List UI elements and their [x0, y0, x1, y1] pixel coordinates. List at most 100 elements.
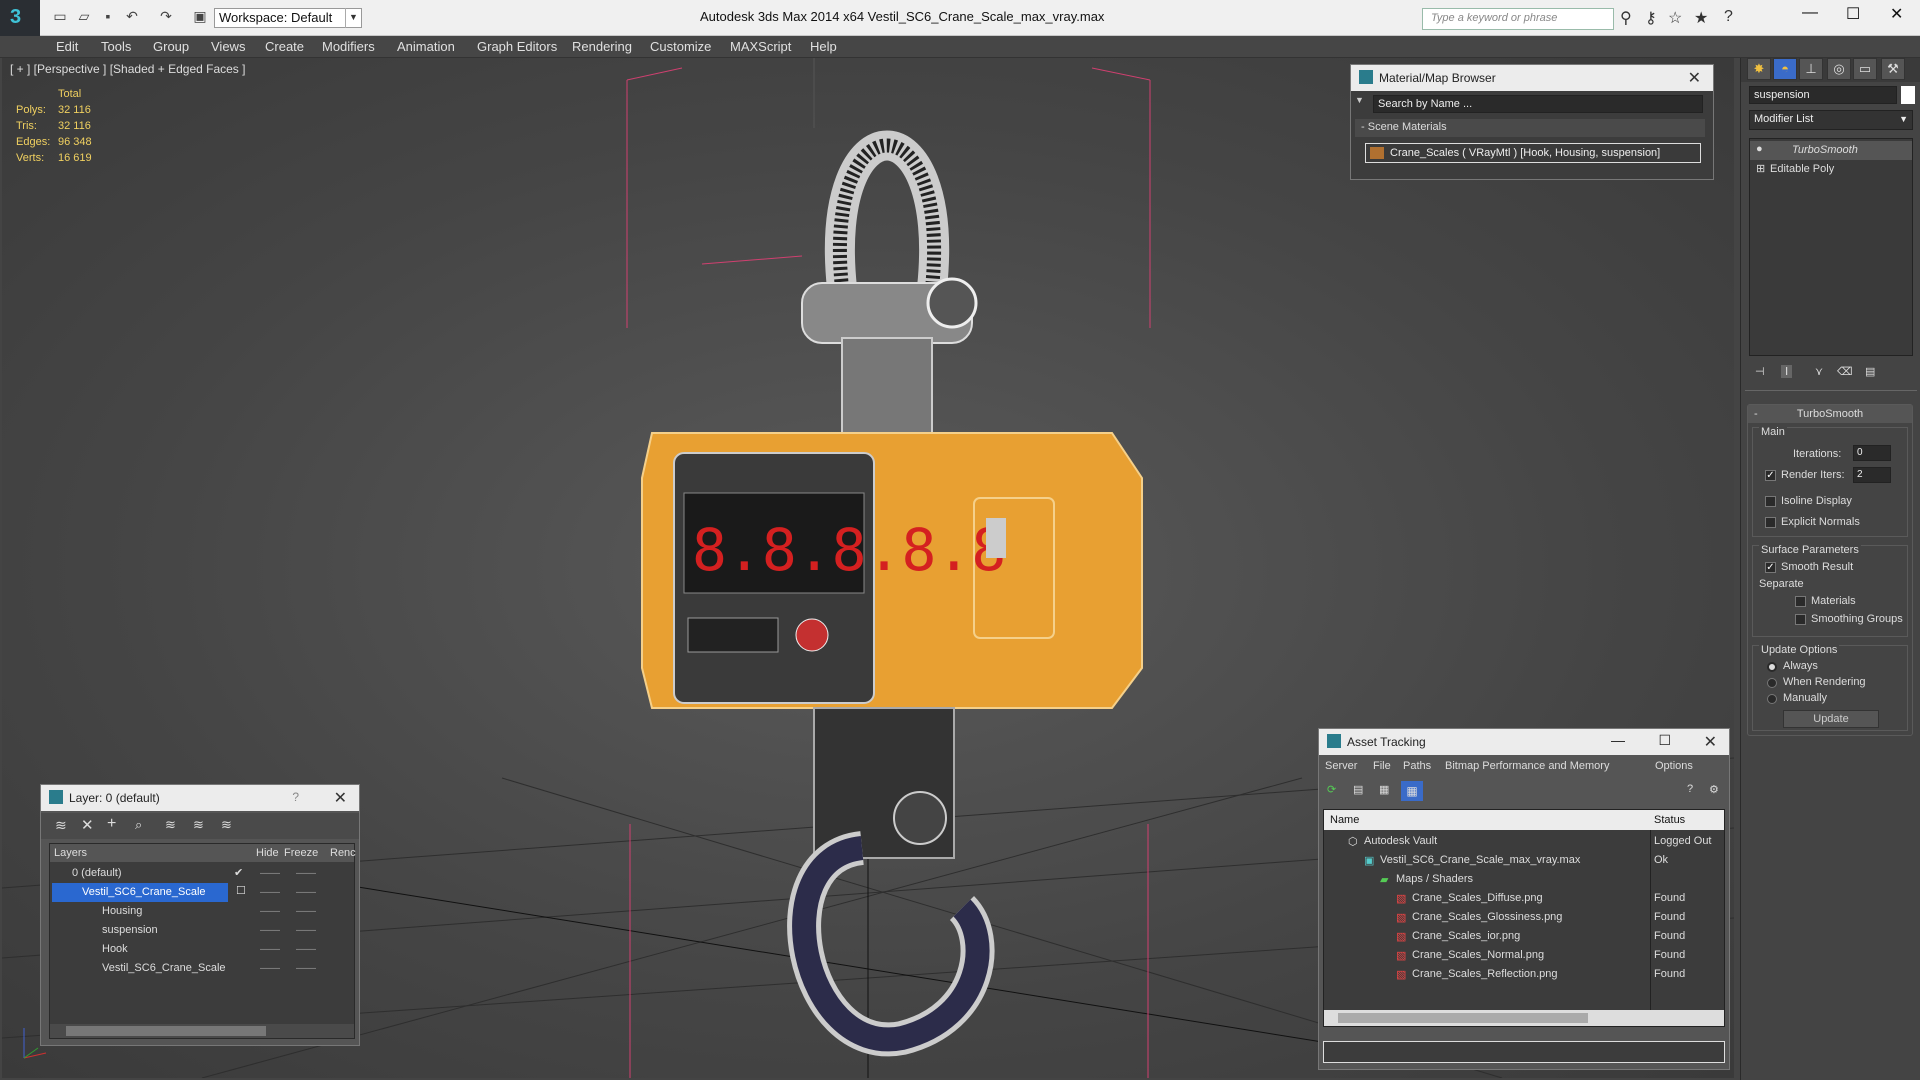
hierarchy-tab-icon[interactable]: ⊥ — [1799, 58, 1823, 80]
motion-tab-icon[interactable]: ◎ — [1827, 58, 1851, 80]
when-rendering-radio[interactable] — [1767, 678, 1777, 688]
lightbulb-icon[interactable]: ● — [1756, 143, 1763, 155]
asset-row[interactable]: ▰ Maps / Shaders — [1324, 870, 1724, 889]
manually-radio[interactable] — [1767, 694, 1777, 704]
menu-customize[interactable]: Customize — [650, 39, 711, 54]
col-status[interactable]: Status — [1654, 814, 1685, 826]
table-view-icon[interactable]: ▦ — [1401, 781, 1423, 801]
menu-server[interactable]: Server — [1325, 760, 1357, 772]
maximize-icon[interactable]: ☐ — [1846, 4, 1860, 24]
list-view-icon[interactable]: ▤ — [1353, 783, 1363, 796]
object-row-crane-scale[interactable]: Vestil_SC6_Crane_Scale —— —— — [50, 959, 354, 978]
star-icon[interactable]: ★ — [1694, 8, 1708, 28]
close-icon[interactable]: ✕ — [334, 788, 347, 808]
render-iters-spinner[interactable]: 2 — [1853, 467, 1891, 483]
add-to-layer-icon[interactable]: + — [107, 815, 116, 833]
minimize-icon[interactable]: — — [1802, 4, 1818, 22]
project-folder-icon[interactable]: ▣ — [190, 8, 210, 26]
pin-stack-icon[interactable]: ⊣ — [1755, 365, 1765, 378]
expand-icon[interactable]: ⊞ — [1756, 162, 1765, 175]
menu-tools[interactable]: Tools — [101, 39, 131, 54]
col-name[interactable]: Name — [1330, 814, 1359, 826]
stack-item-editable-poly[interactable]: ⊞ Editable Poly — [1750, 160, 1912, 179]
update-button[interactable]: Update — [1783, 710, 1879, 728]
smoothing-groups-checkbox[interactable] — [1795, 614, 1806, 625]
object-color-swatch[interactable] — [1901, 86, 1915, 104]
menu-graph-editors[interactable]: Graph Editors — [477, 39, 557, 54]
asset-row[interactable]: ▧ Crane_Scales_Glossiness.png Found — [1324, 908, 1724, 927]
render-iters-checkbox[interactable]: ✓ — [1765, 470, 1776, 481]
active-layer-check-icon[interactable]: ✔ — [234, 866, 243, 879]
hide-all-icon[interactable]: ≋ — [193, 817, 204, 833]
display-tab-icon[interactable]: ▭ — [1853, 58, 1877, 80]
make-unique-icon[interactable]: ⋎ — [1815, 365, 1823, 378]
modify-tab-icon[interactable]: ◓ — [1773, 58, 1797, 80]
layer-row-crane-scale[interactable]: Vestil_SC6_Crane_Scale ☐ —— —— — [50, 883, 354, 902]
menu-options[interactable]: Options — [1655, 760, 1693, 772]
set-active-icon[interactable]: ☐ — [236, 884, 246, 897]
freeze-all-icon[interactable]: ≋ — [221, 817, 232, 833]
undo-icon[interactable]: ↶ — [122, 8, 142, 26]
always-radio[interactable] — [1767, 662, 1777, 672]
stack-item-turbosmooth[interactable]: ● TurboSmooth — [1750, 141, 1912, 160]
save-file-icon[interactable]: ▪ — [98, 8, 118, 26]
layer-row-default[interactable]: 0 (default) ✔ —— —— — [50, 864, 354, 883]
menu-rendering[interactable]: Rendering — [572, 39, 632, 54]
menu-bitmap-performance[interactable]: Bitmap Performance and Memory — [1445, 760, 1609, 772]
select-objects-icon[interactable]: ⌕ — [135, 817, 142, 833]
object-row-hook[interactable]: Hook —— —— — [50, 940, 354, 959]
help-button[interactable]: ? — [292, 790, 299, 804]
col-freeze[interactable]: Freeze — [284, 847, 318, 859]
menu-modifiers[interactable]: Modifiers — [322, 39, 375, 54]
delete-layer-icon[interactable]: ✕ — [81, 816, 94, 834]
app-menu-button[interactable]: 3 — [0, 0, 40, 36]
menu-views[interactable]: Views — [211, 39, 245, 54]
workspace-dropdown[interactable]: Workspace: Default — [214, 8, 362, 28]
configure-sets-icon[interactable]: ▤ — [1865, 365, 1875, 378]
asset-row[interactable]: ▧ Crane_Scales_Normal.png Found — [1324, 946, 1724, 965]
menu-group[interactable]: Group — [153, 39, 189, 54]
help-icon[interactable]: ? — [1687, 783, 1693, 795]
asset-row[interactable]: ▧ Crane_Scales_Diffuse.png Found — [1324, 889, 1724, 908]
col-hide[interactable]: Hide — [256, 847, 279, 859]
menu-file[interactable]: File — [1373, 760, 1391, 772]
close-icon[interactable]: ✕ — [1704, 732, 1717, 752]
redo-icon[interactable]: ↷ — [156, 8, 176, 26]
favorites-icon[interactable]: ☆ — [1668, 8, 1682, 28]
remove-modifier-icon[interactable]: ⌫ — [1837, 365, 1853, 378]
object-row-housing[interactable]: Housing —— —— — [50, 902, 354, 921]
close-icon[interactable]: ✕ — [1688, 68, 1701, 88]
minimize-icon[interactable]: — — [1611, 732, 1625, 748]
asset-path-field[interactable] — [1323, 1041, 1725, 1063]
iterations-spinner[interactable]: 0 — [1853, 445, 1891, 461]
create-tab-icon[interactable]: ✸ — [1747, 58, 1771, 80]
viewport-label[interactable]: [ + ] [Perspective ] [Shaded + Edged Fac… — [10, 62, 245, 76]
menu-animation[interactable]: Animation — [397, 39, 455, 54]
materials-checkbox[interactable] — [1795, 596, 1806, 607]
col-render[interactable]: Renc — [330, 847, 356, 859]
material-item-crane-scales[interactable]: Crane_Scales ( VRayMtl ) [Hook, Housing,… — [1365, 143, 1701, 163]
object-name-field[interactable]: suspension — [1749, 86, 1897, 104]
smooth-result-checkbox[interactable]: ✓ — [1765, 562, 1776, 573]
menu-help[interactable]: Help — [810, 39, 837, 54]
open-file-icon[interactable]: ▱ — [74, 8, 94, 26]
material-search-input[interactable]: Search by Name ... — [1373, 95, 1703, 113]
menu-paths[interactable]: Paths — [1403, 760, 1431, 772]
maximize-icon[interactable]: ☐ — [1658, 732, 1671, 749]
asset-horizontal-scrollbar[interactable] — [1324, 1010, 1724, 1026]
menu-create[interactable]: Create — [265, 39, 304, 54]
close-icon[interactable]: ✕ — [1890, 4, 1903, 24]
tree-view-icon[interactable]: ▦ — [1379, 783, 1389, 796]
asset-row[interactable]: ▧ Crane_Scales_ior.png Found — [1324, 927, 1724, 946]
highlight-layer-icon[interactable]: ≋ — [165, 817, 176, 833]
chevron-down-icon[interactable]: ▼ — [345, 8, 361, 28]
show-end-result-icon[interactable]: Ⅰ — [1781, 365, 1793, 378]
key-icon[interactable]: ⚷ — [1645, 8, 1657, 28]
asset-row[interactable]: ▣ Vestil_SC6_Crane_Scale_max_vray.max Ok — [1324, 851, 1724, 870]
explicit-normals-checkbox[interactable] — [1765, 517, 1776, 528]
settings-icon[interactable]: ⚙ — [1709, 783, 1719, 796]
infocenter-search-input[interactable]: Type a keyword or phrase — [1422, 8, 1614, 30]
new-layer-icon[interactable]: ≋ — [55, 817, 67, 834]
asset-row[interactable]: ⬡ Autodesk Vault Logged Out — [1324, 832, 1724, 851]
refresh-icon[interactable]: ⟳ — [1327, 783, 1336, 796]
